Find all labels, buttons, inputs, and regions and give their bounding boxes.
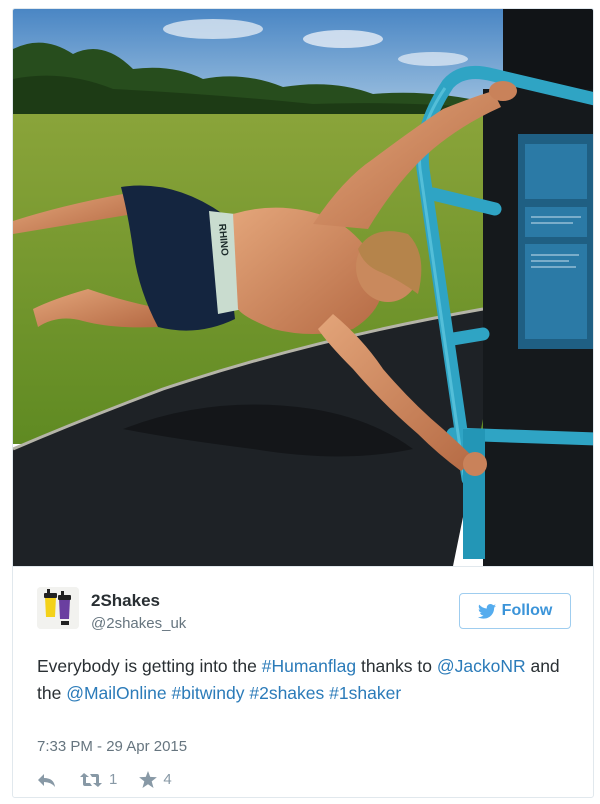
follow-label: Follow xyxy=(501,602,553,619)
mention-link[interactable]: @MailOnline xyxy=(66,683,166,703)
star-icon xyxy=(139,771,158,788)
retweet-button[interactable]: 1 xyxy=(79,771,117,788)
retweet-count: 1 xyxy=(109,771,118,788)
tweet-timestamp[interactable]: 7:33 PM - 29 Apr 2015 xyxy=(37,738,187,755)
reply-icon xyxy=(38,773,55,787)
twitter-bird-icon xyxy=(477,603,496,619)
tweet-text-segment: Everybody is getting into the xyxy=(37,656,262,676)
tweet-actions: 1 4 xyxy=(37,771,194,788)
avatar[interactable] xyxy=(37,587,79,629)
display-name[interactable]: 2Shakes xyxy=(91,591,160,611)
tweet-header: 2Shakes @2shakes_uk Follow xyxy=(13,567,593,632)
tweet-photo[interactable]: RHINO xyxy=(13,9,593,566)
hashtag-link[interactable]: #Humanflag xyxy=(262,656,356,676)
tweet-body: 2Shakes @2shakes_uk Follow Everybody is … xyxy=(13,566,593,788)
tweet-text-segment: thanks to xyxy=(356,656,437,676)
user-handle[interactable]: @2shakes_uk xyxy=(91,615,186,632)
shaker-bottles-icon xyxy=(37,587,79,629)
tweet-card: RHINO 2Shakes @2shakes_uk Follow Everybo… xyxy=(12,8,594,798)
reply-button[interactable] xyxy=(37,772,57,788)
favorite-count: 4 xyxy=(163,771,172,788)
favorite-button[interactable]: 4 xyxy=(139,771,172,788)
hashtag-link[interactable]: #2shakes xyxy=(249,683,324,703)
follow-button[interactable]: Follow xyxy=(459,593,571,629)
hashtag-link[interactable]: #1shaker xyxy=(329,683,401,703)
mention-link[interactable]: @JackoNR xyxy=(437,656,526,676)
retweet-icon xyxy=(80,772,102,787)
tweet-text: Everybody is getting into the #Humanflag… xyxy=(37,653,577,706)
hashtag-link[interactable]: #bitwindy xyxy=(172,683,245,703)
